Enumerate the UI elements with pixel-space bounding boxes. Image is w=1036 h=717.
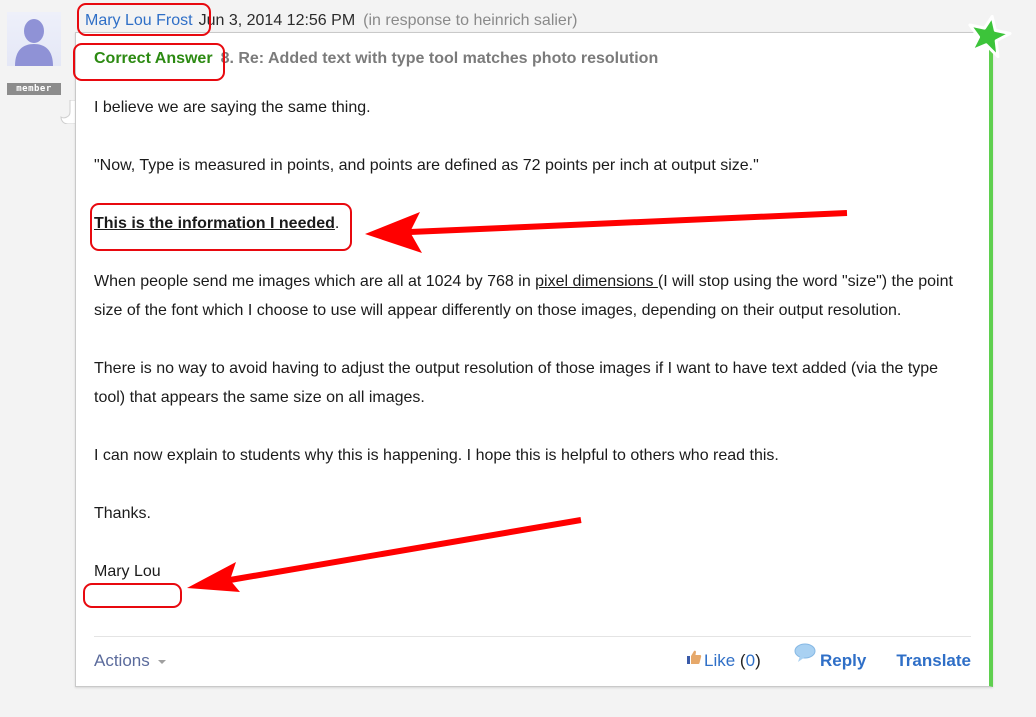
body-paragraph: I can now explain to students why this i… [94, 447, 779, 464]
body-text: When people send me images which are all… [94, 273, 536, 290]
annotation-box-statement [90, 203, 352, 251]
speech-bubble-icon [794, 643, 816, 662]
actions-menu-button[interactable]: Actions [94, 647, 166, 675]
thumbs-up-icon [687, 650, 702, 664]
like-paren: ) [755, 651, 761, 670]
body-paragraph: I believe we are saying the same thing. [94, 99, 371, 116]
member-badge: member [7, 83, 61, 95]
actions-label: Actions [94, 651, 150, 670]
annotation-box-correct-answer [73, 43, 225, 81]
like-button[interactable]: Like (0) [686, 647, 761, 675]
body-paragraph: There is no way to avoid having to adjus… [94, 360, 939, 406]
footer-divider [94, 636, 971, 637]
post-footer: Actions Like (0) Reply Translate [94, 643, 971, 675]
reply-button[interactable]: Reply [794, 643, 867, 675]
pixel-dimensions-link[interactable]: pixel dimensions [535, 273, 658, 290]
like-count[interactable]: 0 [746, 651, 755, 670]
body-paragraph: When people send me images which are all… [94, 267, 964, 325]
translate-button[interactable]: Translate [896, 647, 971, 675]
caret-down-icon [157, 659, 166, 664]
annotation-box-signature [83, 583, 182, 608]
post-subject[interactable]: 8. Re: Added text with type tool matches… [221, 50, 659, 67]
user-silhouette-icon [15, 19, 53, 66]
signature: Mary Lou [94, 563, 161, 580]
body-paragraph: Thanks. [94, 505, 151, 522]
body-paragraph: "Now, Type is measured in points, and po… [94, 157, 759, 174]
avatar[interactable] [7, 12, 61, 66]
post-body: I believe we are saying the same thing. … [94, 93, 964, 586]
post-date: Jun 3, 2014 12:56 PM [198, 12, 356, 29]
annotation-box-author [77, 3, 211, 36]
in-response-to[interactable]: (in response to heinrich salier) [363, 12, 577, 29]
reply-label: Reply [820, 651, 867, 670]
like-label: Like [704, 651, 736, 670]
post-card: Correct Answer 8. Re: Added text with typ… [75, 32, 993, 687]
green-star-icon [968, 14, 1012, 59]
